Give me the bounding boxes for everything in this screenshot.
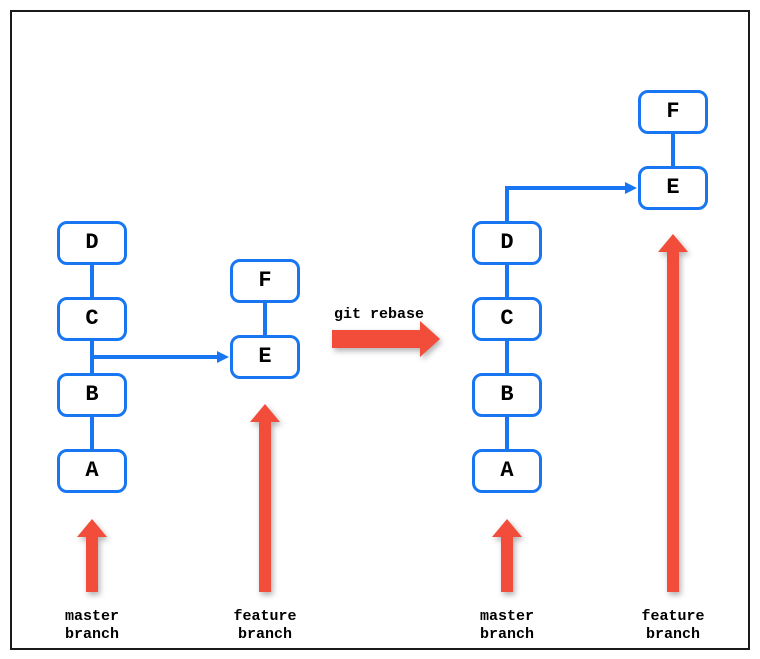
before-master-commit-d: D bbox=[57, 221, 127, 265]
after-master-commit-d: D bbox=[472, 221, 542, 265]
after-feature-commit-e: E bbox=[638, 166, 708, 210]
before-master-commit-b: B bbox=[57, 373, 127, 417]
connector bbox=[505, 265, 509, 297]
connector bbox=[505, 341, 509, 373]
before-master-branch-label: master branch bbox=[62, 608, 122, 644]
after-master-branch-label: master branch bbox=[477, 608, 537, 644]
connector bbox=[505, 188, 509, 221]
pointer-arrow-icon bbox=[86, 537, 98, 592]
after-master-commit-c: C bbox=[472, 297, 542, 341]
connector bbox=[263, 303, 267, 335]
connector bbox=[505, 417, 509, 449]
commit-label: A bbox=[500, 458, 513, 483]
connector bbox=[90, 265, 94, 297]
commit-label: F bbox=[666, 99, 679, 124]
pointer-arrow-icon bbox=[259, 422, 271, 592]
commit-label: C bbox=[85, 306, 98, 331]
after-master-commit-b: B bbox=[472, 373, 542, 417]
commit-label: F bbox=[258, 268, 271, 293]
connector bbox=[505, 186, 625, 190]
commit-label: C bbox=[500, 306, 513, 331]
before-feature-commit-e: E bbox=[230, 335, 300, 379]
commit-label: B bbox=[500, 382, 513, 407]
connector bbox=[90, 417, 94, 449]
pointer-arrow-icon bbox=[667, 252, 679, 592]
arrow-head-icon bbox=[625, 182, 637, 194]
after-feature-commit-f: F bbox=[638, 90, 708, 134]
after-master-commit-a: A bbox=[472, 449, 542, 493]
diagram-frame: A B C D E F master branch feature branch… bbox=[10, 10, 750, 650]
before-feature-branch-label: feature branch bbox=[230, 608, 300, 644]
git-rebase-command-label: git rebase bbox=[334, 306, 424, 323]
commit-label: D bbox=[85, 230, 98, 255]
before-master-commit-c: C bbox=[57, 297, 127, 341]
after-feature-branch-label: feature branch bbox=[638, 608, 708, 644]
pointer-arrow-icon bbox=[501, 537, 513, 592]
commit-label: A bbox=[85, 458, 98, 483]
commit-label: E bbox=[666, 175, 679, 200]
connector bbox=[92, 355, 217, 359]
arrow-head-icon bbox=[217, 351, 229, 363]
commit-label: E bbox=[258, 344, 271, 369]
rebase-arrow-icon bbox=[332, 330, 420, 348]
before-feature-commit-f: F bbox=[230, 259, 300, 303]
commit-label: B bbox=[85, 382, 98, 407]
connector bbox=[671, 134, 675, 166]
before-master-commit-a: A bbox=[57, 449, 127, 493]
commit-label: D bbox=[500, 230, 513, 255]
